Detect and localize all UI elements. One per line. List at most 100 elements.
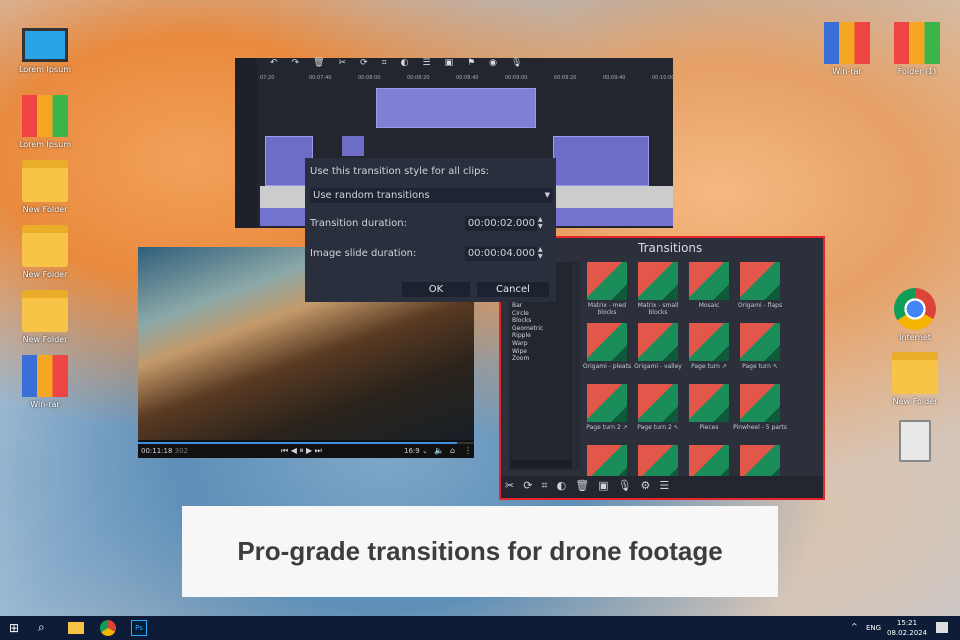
desktop-icon[interactable]: New Folder <box>10 160 80 214</box>
category-item[interactable]: Warp <box>512 340 573 348</box>
transition-thumbnail[interactable] <box>740 384 780 422</box>
desktop-icon[interactable]: New Folder <box>10 290 80 344</box>
icon-label: New Folder <box>892 397 938 406</box>
icon-label: Lorem Ipsum <box>18 65 72 74</box>
transition-thumbnail[interactable] <box>638 384 678 422</box>
playback-controls[interactable]: ⏮ ◀ ⏸ ▶ ⏭ <box>281 446 322 456</box>
category-item[interactable]: Geometric <box>512 325 573 333</box>
ruler-tick: 00:09:00 <box>505 75 528 81</box>
icon-label: Folder (1) <box>897 67 937 76</box>
ruler-tick: 00:09:20 <box>554 75 577 81</box>
track-clip[interactable] <box>342 136 364 156</box>
category-item[interactable]: Ripple <box>512 332 573 340</box>
language-indicator[interactable]: ENG <box>866 624 881 632</box>
transition-dialog: Use this transition style for all clips:… <box>305 158 556 302</box>
transition-style-select[interactable]: Use random transitions ▼ <box>310 188 553 203</box>
transition-label: Page turn 2 ↖ <box>637 424 679 431</box>
icon-label: New Folder <box>22 205 68 214</box>
timeline-ruler: 07:20 00:07:40 00:08:00 00:08:20 00:08:40 00:… <box>260 75 674 85</box>
taskbar: ⊞ ⌕ Ps ^ ENG 15:21 08.02.2024 <box>0 616 960 640</box>
transition-thumbnail[interactable] <box>587 323 627 361</box>
category-item[interactable]: Zoom <box>512 355 573 363</box>
icon-label: Win-rar <box>30 400 60 409</box>
desktop-icon[interactable]: New Folder <box>880 352 950 406</box>
transition-thumbnail[interactable] <box>587 262 627 300</box>
icon-label: Lorem Ipsum <box>18 140 72 149</box>
icon-label: New Folder <box>22 335 68 344</box>
transition-thumbnail[interactable] <box>689 262 729 300</box>
desktop-icon[interactable]: Win-rar <box>812 22 882 76</box>
transition-label: Page turn ↖ <box>742 363 778 370</box>
start-button[interactable]: ⊞ <box>9 621 19 635</box>
folder-icon <box>892 352 938 394</box>
photoshop-icon[interactable]: Ps <box>131 620 147 636</box>
cancel-button[interactable]: Cancel <box>477 282 549 297</box>
category-item[interactable]: Circle <box>512 310 573 318</box>
ruler-tick: 00:08:40 <box>456 75 479 81</box>
desktop-icon[interactable] <box>880 420 950 465</box>
transition-thumbnail[interactable] <box>638 262 678 300</box>
icon-label: New Folder <box>22 270 68 279</box>
bottom-toolbar: ✂⟳⌗◐🗑▣🎙⚙☰ <box>501 476 823 498</box>
search-icon[interactable]: ⌕ <box>38 620 45 635</box>
clock-time: 15:21 <box>896 619 918 627</box>
track-clip[interactable] <box>376 88 536 128</box>
ruler-tick: 00:09:40 <box>603 75 626 81</box>
toolbar: ↶↷🗑✂⟳⌗◐☰▣⚑◉🎙 <box>270 58 537 68</box>
more-icon[interactable]: ⋮ <box>464 446 472 455</box>
chrome-icon <box>894 288 936 330</box>
transition-label: Pieces <box>699 424 719 431</box>
panel-title: Transitions <box>638 241 703 255</box>
aspect-ratio-select[interactable]: 16:9 ⌄ <box>404 447 428 455</box>
slide-duration-input[interactable]: 00:00:04.000 <box>465 246 537 261</box>
seek-bar[interactable] <box>138 442 474 444</box>
frame-count: 302 <box>174 447 189 455</box>
transition-thumbnail[interactable] <box>740 262 780 300</box>
winrar-icon <box>22 355 68 397</box>
clock[interactable]: 15:21 08.02.2024 <box>887 618 927 638</box>
notifications-icon[interactable] <box>936 622 948 633</box>
transition-label: Matrix - small blocks <box>637 302 679 316</box>
icon-label: Internet <box>899 333 931 342</box>
track-clip[interactable] <box>553 136 649 186</box>
category-item[interactable]: Wipe <box>512 348 573 356</box>
transition-label: Origami - flaps <box>737 302 783 309</box>
binders-icon <box>22 95 68 137</box>
ruler-tick: 07:20 <box>260 75 275 81</box>
transition-thumbnail[interactable] <box>689 384 729 422</box>
file-explorer-icon[interactable] <box>68 622 84 634</box>
desktop-icon[interactable]: Lorem Ipsum <box>10 28 80 74</box>
transition-thumbnail[interactable] <box>587 384 627 422</box>
tray-chevron-icon[interactable]: ^ <box>851 622 858 631</box>
duration-label: Transition duration: <box>310 218 407 229</box>
category-item[interactable]: Blocks <box>512 317 573 325</box>
transition-label: Pinwheel - 5 parts <box>733 424 787 431</box>
desktop-icon[interactable]: Lorem Ipsum <box>10 95 80 149</box>
volume-icon[interactable]: 🔈 <box>434 446 444 455</box>
trash-icon <box>899 420 931 462</box>
folder-icon <box>22 225 68 267</box>
desktop-icon[interactable]: Internet <box>880 288 950 342</box>
desktop-icon[interactable]: Folder (1) <box>882 22 952 76</box>
duration-stepper[interactable]: ▲ ▼ <box>538 216 543 230</box>
desktop-icon[interactable]: Win-rar <box>10 355 80 409</box>
transition-label: Mosaic <box>698 302 720 309</box>
chevron-down-icon: ▼ <box>544 191 550 199</box>
transition-thumbnail[interactable] <box>689 323 729 361</box>
transition-thumbnail[interactable] <box>638 323 678 361</box>
slide-duration-label: Image slide duration: <box>310 248 417 259</box>
search-input[interactable] <box>511 460 571 468</box>
select-value: Use random transitions <box>313 190 430 201</box>
duration-input[interactable]: 00:00:02.000 <box>465 216 537 231</box>
transition-thumbnail[interactable] <box>740 323 780 361</box>
current-time: 00:11:18 <box>141 447 173 455</box>
category-item[interactable]: Bar <box>512 302 573 310</box>
winrar-icon <box>824 22 870 64</box>
ruler-tick: 00:07:40 <box>309 75 332 81</box>
ok-button[interactable]: OK <box>402 282 470 297</box>
desktop-icon[interactable]: New Folder <box>10 225 80 279</box>
snapshot-icon[interactable]: ⌂ <box>450 446 455 455</box>
chrome-icon[interactable] <box>100 620 116 636</box>
transition-label: Page turn 2 ↗ <box>586 424 628 431</box>
slide-duration-stepper[interactable]: ▲ ▼ <box>538 246 543 260</box>
